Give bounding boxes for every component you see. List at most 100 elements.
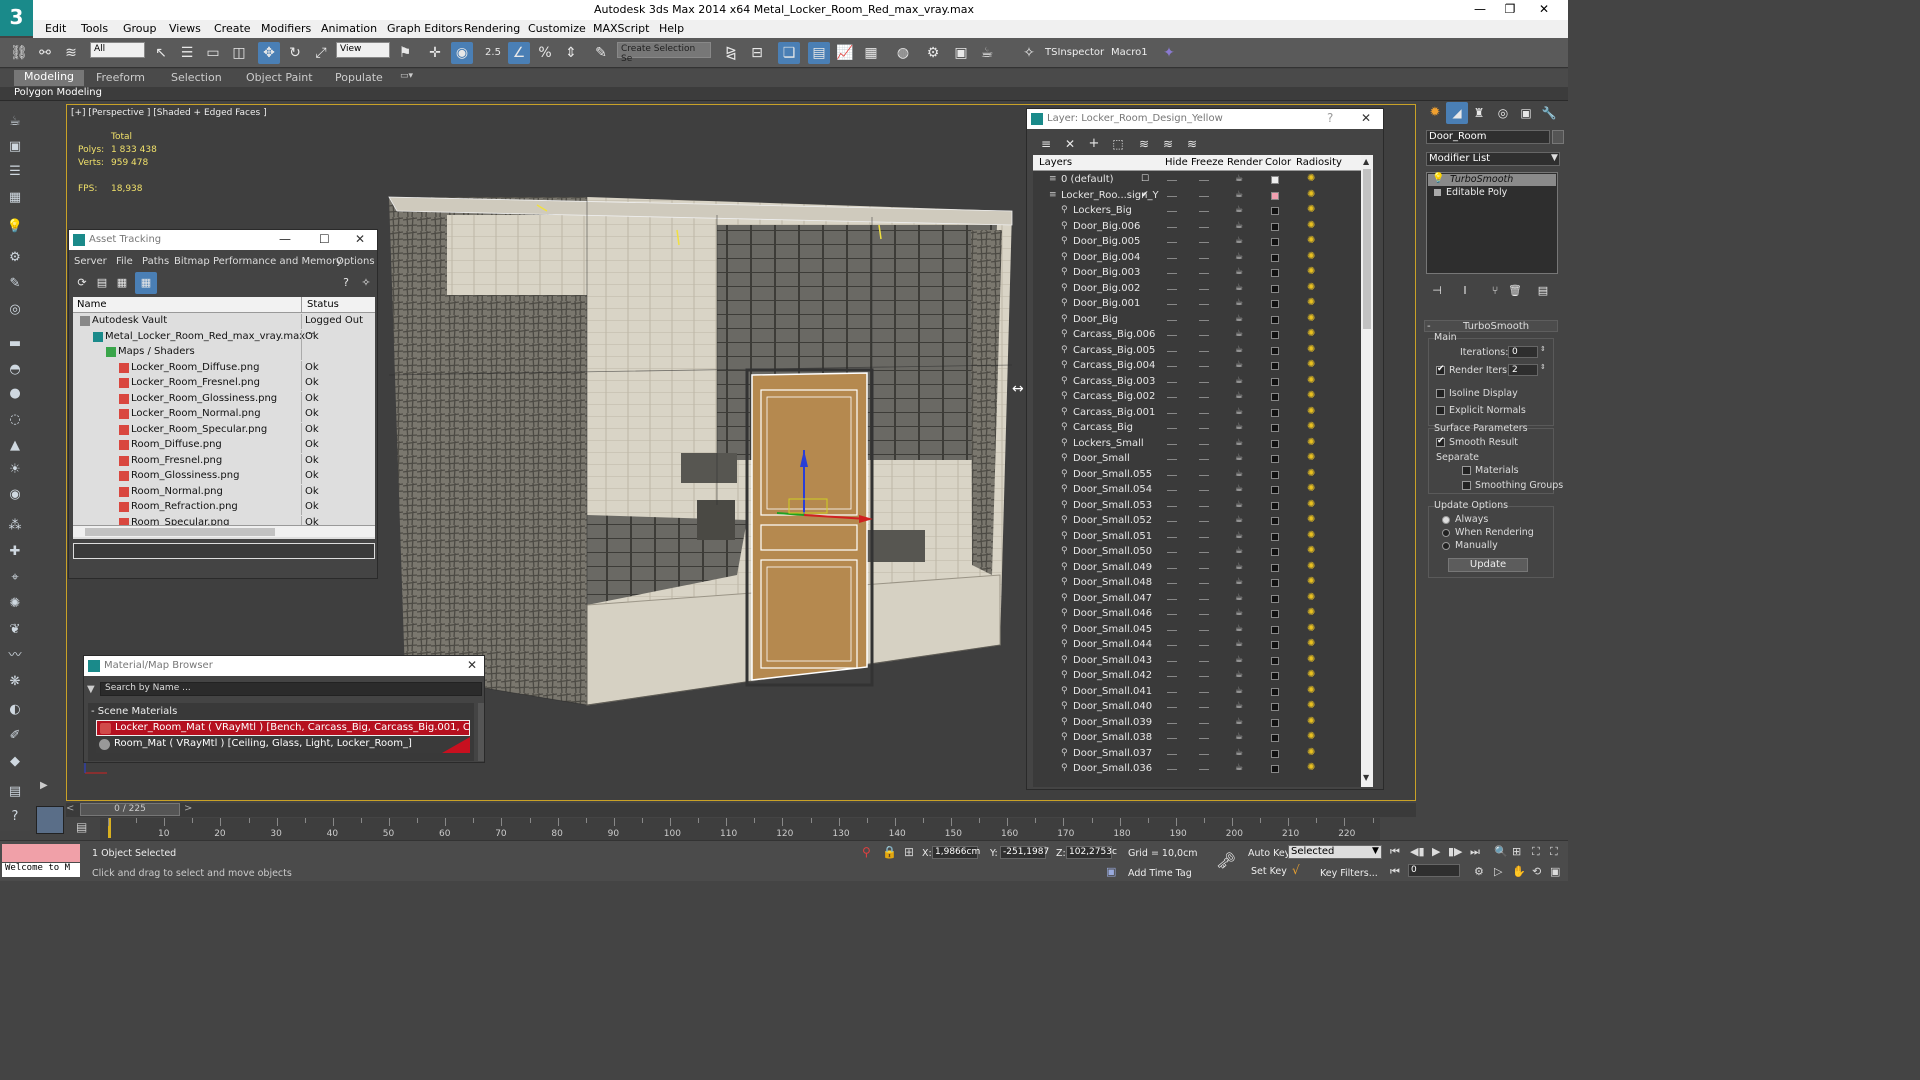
track-bar-icon[interactable]: ▤ xyxy=(76,820,87,834)
hide-toggle[interactable] xyxy=(1167,350,1177,352)
layer-manager-icon[interactable]: ❏ xyxy=(778,42,800,64)
freeze-toggle[interactable] xyxy=(1199,552,1209,553)
radiosity-icon[interactable]: ✺ xyxy=(1307,220,1315,231)
material-browser-window[interactable]: Material/Map Browser ✕ ▼ Search by Name … xyxy=(83,655,485,763)
layer-color-swatch[interactable] xyxy=(1271,176,1279,184)
hide-toggle[interactable] xyxy=(1167,335,1177,336)
hide-all-icon[interactable]: ≋ xyxy=(1157,133,1179,155)
layer-row[interactable]: ⚲ Door_Small.037 ☕ ✺ xyxy=(1033,747,1361,763)
torus-icon[interactable]: ◌ xyxy=(5,410,25,430)
layer-color-swatch[interactable] xyxy=(1271,579,1279,587)
modify-tab-icon[interactable]: ◢ xyxy=(1446,102,1468,124)
menu-edit[interactable]: Edit xyxy=(45,22,66,35)
space-warp-icon[interactable]: ✺ xyxy=(5,594,25,614)
freeze-toggle[interactable] xyxy=(1199,459,1209,460)
key-mode-dropdown[interactable]: Selected xyxy=(1288,845,1382,859)
select-layer-icon[interactable]: ⬚ xyxy=(1107,133,1129,155)
options-arrow-icon[interactable]: ▼ xyxy=(87,684,95,695)
freeze-toggle[interactable] xyxy=(1199,288,1209,290)
layer-row[interactable]: ≡ 0 (default) ☕ ✺ ☐ xyxy=(1033,173,1361,189)
teapot-icon[interactable]: ☕ xyxy=(5,112,25,132)
hide-toggle[interactable] xyxy=(1167,412,1177,414)
layer-row[interactable]: ⚲ Door_Big.005 ☕ ✺ xyxy=(1033,235,1361,251)
freeze-toggle[interactable] xyxy=(1199,691,1209,693)
layer-row[interactable]: ⚲ Door_Small.043 ☕ ✺ xyxy=(1033,654,1361,670)
layer-row[interactable]: ⚲ Carcass_Big.006 ☕ ✺ xyxy=(1033,328,1361,344)
hide-toggle[interactable] xyxy=(1167,629,1177,631)
freeze-toggle[interactable] xyxy=(1199,536,1209,538)
freeze-toggle[interactable] xyxy=(1199,645,1209,646)
materials-checkbox[interactable] xyxy=(1462,466,1471,475)
polygon-modeling-label[interactable]: Polygon Modeling xyxy=(14,87,102,98)
update-button[interactable]: Update xyxy=(1448,558,1528,572)
radiosity-icon[interactable]: ✺ xyxy=(1307,313,1315,324)
menu-animation[interactable]: Animation xyxy=(321,22,377,35)
app-logo-button[interactable]: 3 xyxy=(0,0,33,36)
layer-color-swatch[interactable] xyxy=(1271,300,1279,308)
render-teapot-icon[interactable]: ☕ xyxy=(1235,174,1243,184)
fov-icon[interactable]: ▷ xyxy=(1494,865,1502,878)
layer-color-swatch[interactable] xyxy=(1271,284,1279,293)
table-row[interactable]: Room_Diffuse.png Ok xyxy=(73,438,375,454)
layer-color-swatch[interactable] xyxy=(1271,656,1279,665)
menu-maxscript[interactable]: MAXScript xyxy=(593,22,649,35)
maximize-viewport-icon[interactable]: ▣ xyxy=(1550,865,1560,878)
radiosity-icon[interactable]: ✺ xyxy=(1307,762,1315,773)
asset-path-field[interactable] xyxy=(73,543,375,559)
radiosity-icon[interactable]: ✺ xyxy=(1307,623,1315,634)
radiosity-icon[interactable]: ✺ xyxy=(1307,266,1315,277)
sun-icon[interactable]: ☀ xyxy=(5,460,25,480)
iterations-spinner[interactable]: 0 xyxy=(1508,346,1538,358)
hide-toggle[interactable] xyxy=(1167,443,1177,445)
radiosity-icon[interactable]: ✺ xyxy=(1307,406,1315,417)
minimize-icon[interactable]: — xyxy=(279,232,291,246)
layer-color-swatch[interactable] xyxy=(1271,563,1279,572)
freeze-toggle[interactable] xyxy=(1199,366,1209,367)
freeze-toggle[interactable] xyxy=(1199,660,1209,662)
layer-color-swatch[interactable] xyxy=(1271,191,1279,200)
render-teapot-icon[interactable]: ☕ xyxy=(1235,515,1243,525)
layer-color-swatch[interactable] xyxy=(1271,625,1279,634)
render-teapot-icon[interactable]: ☕ xyxy=(1235,236,1243,246)
render-teapot-icon[interactable]: ☕ xyxy=(1235,205,1243,215)
isoline-checkbox[interactable] xyxy=(1436,389,1445,398)
layer-row[interactable]: ⚲ Door_Small.044 ☕ ✺ xyxy=(1033,638,1361,654)
close-icon[interactable]: ✕ xyxy=(355,232,365,246)
radiosity-icon[interactable]: ✺ xyxy=(1307,359,1315,370)
render-teapot-icon[interactable]: ☕ xyxy=(1235,422,1243,432)
named-selection-set[interactable]: Create Selection Se xyxy=(617,42,711,64)
layer-row[interactable]: ⚲ Carcass_Big.001 ☕ ✺ xyxy=(1033,406,1361,422)
render-teapot-icon[interactable]: ☕ xyxy=(1235,298,1243,308)
layer-row[interactable]: ⚲ Door_Small.039 ☕ ✺ xyxy=(1033,716,1361,732)
col-hide[interactable]: Hide xyxy=(1165,157,1188,168)
render-teapot-icon[interactable]: ☕ xyxy=(1235,345,1243,355)
render-teapot-icon[interactable]: ☕ xyxy=(1235,655,1243,665)
table-row[interactable]: Room_Refraction.png Ok xyxy=(73,500,375,516)
menu-group[interactable]: Group xyxy=(123,22,157,35)
layer-color-swatch[interactable] xyxy=(1271,703,1279,711)
go-to-end-icon[interactable]: ⏭ xyxy=(1470,845,1480,859)
layer-row[interactable]: ⚲ Door_Small.053 ☕ ✺ xyxy=(1033,499,1361,515)
zoom-icon[interactable]: 🔍 xyxy=(1494,845,1508,858)
render-teapot-icon[interactable]: ☕ xyxy=(1235,608,1243,618)
folder-icon[interactable]: ▤ xyxy=(5,782,25,802)
hide-toggle[interactable] xyxy=(1167,505,1177,507)
hide-toggle[interactable] xyxy=(1167,552,1177,553)
radiosity-icon[interactable]: ✺ xyxy=(1307,204,1315,215)
particles-icon[interactable]: ⁂ xyxy=(5,516,25,536)
minimize-icon[interactable]: — xyxy=(1466,2,1494,16)
col-layers[interactable]: Layers xyxy=(1039,157,1072,168)
utilities-tab-icon[interactable]: 🔧 xyxy=(1538,102,1560,124)
radiosity-icon[interactable]: ✺ xyxy=(1307,189,1315,200)
maximize-icon[interactable]: ❐ xyxy=(1496,2,1524,16)
table-row[interactable]: Autodesk Vault Logged Out ... xyxy=(73,314,375,337)
tab-modeling[interactable]: Modeling xyxy=(14,70,85,86)
layer-row[interactable]: ⚲ Lockers_Small ☕ ✺ xyxy=(1033,437,1361,453)
box-icon[interactable]: ▬ xyxy=(5,334,25,354)
menu-graph-editors[interactable]: Graph Editors xyxy=(387,22,463,35)
render-teapot-icon[interactable]: ☕ xyxy=(1235,329,1243,339)
make-unique-icon[interactable]: ⑂ xyxy=(1484,280,1506,302)
set-key-button[interactable]: Set Key xyxy=(1251,866,1287,877)
layer-row[interactable]: ⚲ Door_Small.051 ☕ ✺ xyxy=(1033,530,1361,546)
radiosity-icon[interactable]: ✺ xyxy=(1307,638,1315,649)
